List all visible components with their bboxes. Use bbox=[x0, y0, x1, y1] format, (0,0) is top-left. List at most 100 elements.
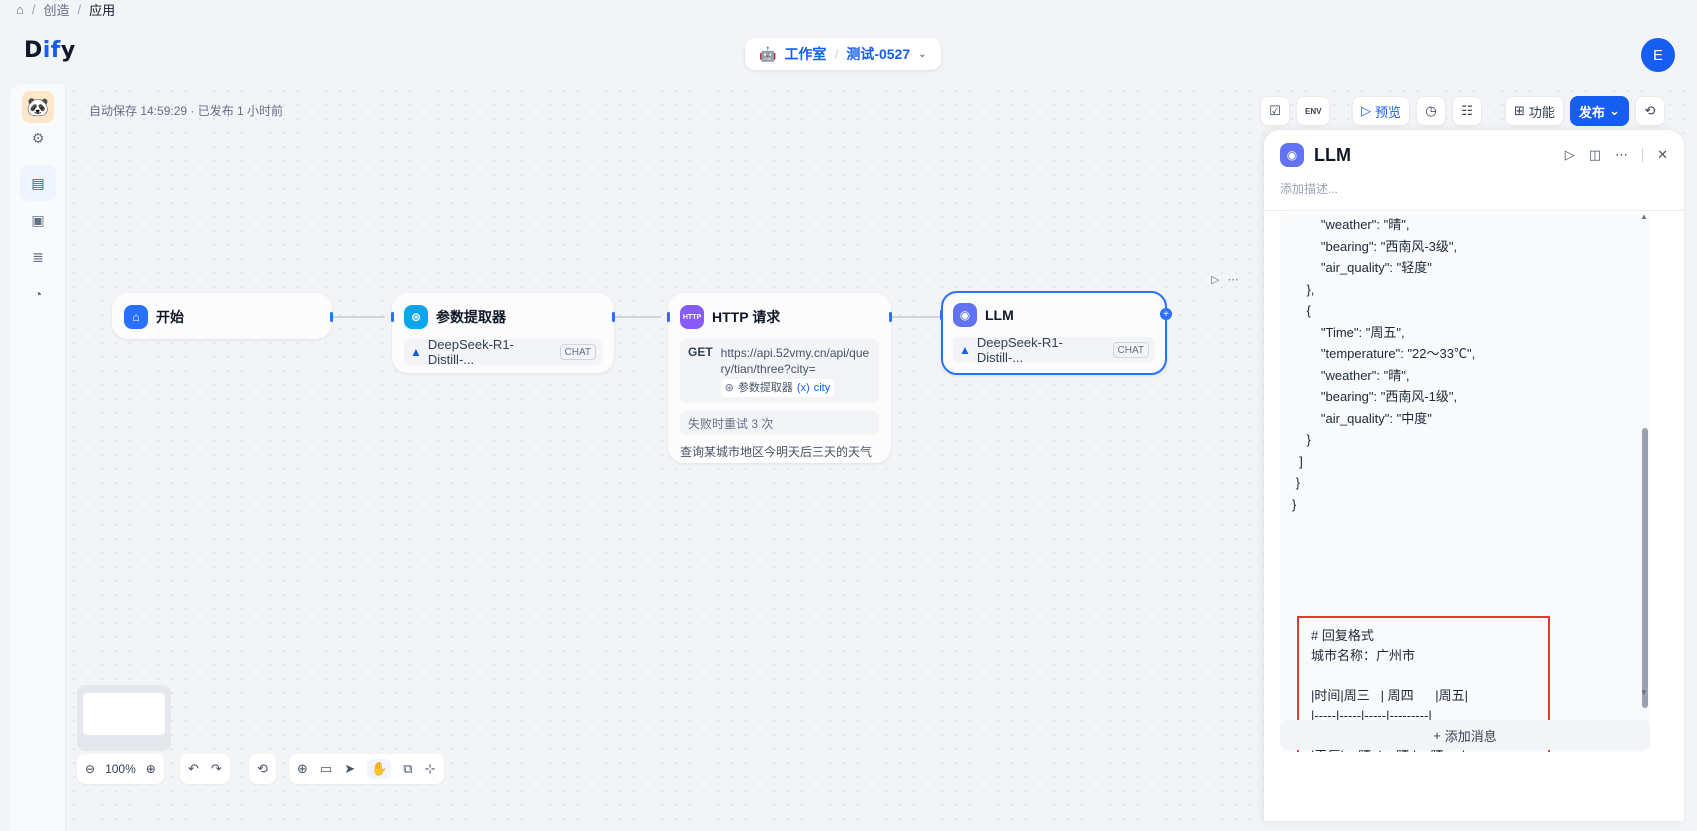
preview-button[interactable]: ▷ 预览 bbox=[1352, 96, 1411, 126]
app-icon[interactable]: 🐼 bbox=[22, 91, 54, 123]
add-note-icon[interactable]: ▭ bbox=[320, 761, 332, 777]
variable-source: 参数提取器 bbox=[737, 382, 793, 394]
more-icon[interactable]: ⋯ bbox=[1227, 273, 1238, 286]
llm-icon: ◉ bbox=[953, 303, 977, 327]
http-url-line: https://api.52vmy.cn/api/que bbox=[720, 346, 870, 360]
split-view-icon[interactable]: ◫ bbox=[1589, 147, 1601, 163]
prompt-editor[interactable]: "weather": "晴", "bearing": "西南风-3级", "ai… bbox=[1280, 214, 1650, 752]
node-parameter-extractor[interactable]: ⊛ 参数提取器 ▲ DeepSeek-R1-Distill-... CHAT bbox=[391, 293, 615, 373]
robot-icon: 🤖 bbox=[759, 45, 777, 62]
history-icon[interactable]: ⟲ bbox=[257, 761, 268, 777]
node-output-handle[interactable] bbox=[612, 312, 615, 322]
node-description: 查询某城市地区今明天后三天的天气 bbox=[680, 445, 873, 459]
scrollbar-thumb[interactable] bbox=[1642, 428, 1648, 708]
sidebar-item-workflow[interactable]: ▤ bbox=[20, 165, 56, 201]
node-output-handle[interactable] bbox=[889, 312, 892, 322]
code-line: "Time": "周五", bbox=[1292, 324, 1405, 340]
code-line: } bbox=[1292, 496, 1297, 512]
http-url: https://api.52vmy.cn/api/que ry/tian/thr… bbox=[720, 345, 870, 397]
export-image-icon[interactable]: ⧉ bbox=[403, 761, 412, 777]
document-icon: ≣ bbox=[32, 248, 44, 265]
http-icon: HTTP bbox=[680, 305, 704, 329]
format-line: |时间|周三 | 周四 |周五| bbox=[1311, 688, 1469, 703]
breadcrumb-item-create[interactable]: 创造 bbox=[43, 0, 69, 19]
code-line: { bbox=[1292, 303, 1311, 318]
close-icon[interactable]: ✕ bbox=[1657, 147, 1668, 163]
extractor-icon: ⊛ bbox=[404, 305, 428, 329]
node-llm[interactable]: ◉ LLM ▲ DeepSeek-R1-Distill-... CHAT bbox=[940, 291, 1167, 375]
autosave-status: 自动保存 14:59:29 · 已发布 1 小时前 bbox=[89, 104, 284, 118]
history-button-bar: ⟲ bbox=[249, 754, 276, 784]
scroll-up-icon[interactable]: ▲ bbox=[1640, 212, 1648, 221]
zoom-level[interactable]: 100% bbox=[105, 762, 136, 776]
retry-info: 失败时重试 3 次 bbox=[680, 411, 879, 435]
code-line: "temperature": "22～33℃", bbox=[1292, 346, 1476, 361]
user-avatar[interactable]: E bbox=[1641, 38, 1675, 72]
publish-label: 发布 bbox=[1578, 104, 1605, 120]
app-switcher[interactable]: 🤖 工作室 / 测试-0527 ⌄ bbox=[745, 38, 941, 70]
minimap-viewport bbox=[83, 693, 165, 735]
sliders-icon[interactable]: ⚙ bbox=[20, 120, 56, 156]
zoom-in-icon[interactable]: ⊕ bbox=[146, 762, 156, 776]
breadcrumb: ⌂ / 创造 / 应用 bbox=[16, 0, 115, 18]
canvas-toolbar-left: ☑ ENV bbox=[1260, 96, 1331, 126]
organize-icon[interactable]: ⊹ bbox=[425, 761, 436, 777]
env-button[interactable]: ENV bbox=[1296, 96, 1331, 126]
publish-button[interactable]: 发布 ⌄ bbox=[1569, 96, 1629, 126]
panel-title[interactable]: LLM bbox=[1314, 145, 1351, 166]
dify-logo[interactable]: Dify bbox=[24, 38, 76, 63]
model-provider-icon: ▲ bbox=[959, 343, 971, 357]
run-node-icon[interactable]: ▷ bbox=[1211, 273, 1219, 286]
workspace-label: 工作室 bbox=[784, 46, 827, 62]
node-start[interactable]: ⌂ 开始 bbox=[112, 293, 333, 339]
canvas-tools: ⊕ ▭ ➤ ✋ ⧉ ⊹ bbox=[289, 754, 444, 784]
add-node-icon[interactable]: ⊕ bbox=[297, 761, 308, 777]
node-output-handle[interactable] bbox=[330, 312, 333, 322]
node-input-handle[interactable] bbox=[940, 310, 943, 320]
hand-icon[interactable]: ✋ bbox=[367, 759, 392, 779]
checklist-button[interactable]: ☑ bbox=[1260, 96, 1290, 126]
node-config-panel: ◉ LLM ▷ ◫ ⋯ ✕ 添加描述... "weather": "晴", "b… bbox=[1264, 130, 1684, 821]
run-icon[interactable]: ▷ bbox=[1565, 147, 1575, 163]
sidebar-item-monitor[interactable]: ◔ bbox=[20, 276, 56, 312]
chevron-down-icon: ⌄ bbox=[1608, 103, 1620, 118]
format-line: 城市名称：广州市 bbox=[1311, 648, 1416, 663]
pointer-icon[interactable]: ➤ bbox=[344, 761, 355, 777]
code-line: "weather": "晴", bbox=[1292, 367, 1410, 383]
sidebar-item-logs[interactable]: ≣ bbox=[20, 239, 56, 275]
panel-actions: ▷ ◫ ⋯ ✕ bbox=[1565, 147, 1668, 163]
node-title: 参数提取器 bbox=[436, 309, 506, 325]
description-input[interactable]: 添加描述... bbox=[1264, 180, 1684, 202]
env-icon: ENV bbox=[1305, 106, 1322, 116]
node-input-handle[interactable] bbox=[667, 312, 670, 322]
variable-name: city bbox=[813, 382, 831, 394]
node-header: ⌂ 开始 bbox=[114, 295, 330, 339]
features-button[interactable]: ⊞ 功能 bbox=[1505, 96, 1564, 126]
checklist-list-button[interactable]: ☷ bbox=[1452, 96, 1483, 126]
run-history-button[interactable]: ◷ bbox=[1416, 96, 1447, 126]
code-line: }, bbox=[1292, 281, 1315, 297]
breadcrumb-item-apps[interactable]: 应用 bbox=[89, 0, 115, 19]
version-history-button[interactable]: ⟲ bbox=[1634, 96, 1665, 126]
zoom-out-icon[interactable]: ⊖ bbox=[85, 762, 95, 776]
undo-icon[interactable]: ↶ bbox=[188, 761, 199, 777]
sidebar-item-api[interactable]: ▣ bbox=[20, 202, 56, 238]
minimap[interactable] bbox=[77, 685, 171, 751]
add-next-node-button[interactable]: + bbox=[1160, 308, 1172, 320]
app-sidebar: 🐼 ⚙ ▤ ▣ ≣ ◔ bbox=[10, 84, 66, 831]
model-selector[interactable]: ▲ DeepSeek-R1-Distill-... CHAT bbox=[953, 335, 1155, 365]
add-message-button[interactable]: + 添加消息 bbox=[1280, 720, 1650, 750]
more-icon[interactable]: ⋯ bbox=[1615, 147, 1628, 163]
home-icon[interactable]: ⌂ bbox=[16, 2, 24, 17]
model-selector[interactable]: ▲ DeepSeek-R1-Distill-... CHAT bbox=[404, 337, 602, 367]
variable-chip: ⊛ 参数提取器 (x) city bbox=[720, 379, 835, 397]
check-badge-icon: ☑ bbox=[1269, 103, 1281, 118]
model-name: DeepSeek-R1-Distill-... bbox=[976, 335, 1063, 365]
play-icon: ▷ bbox=[1361, 103, 1371, 118]
model-provider-icon: ▲ bbox=[410, 345, 422, 359]
scroll-down-icon[interactable]: ▼ bbox=[1640, 688, 1648, 697]
node-http-request[interactable]: HTTP HTTP 请求 GET https://api.52vmy.cn/ap… bbox=[667, 293, 892, 463]
node-input-handle[interactable] bbox=[391, 312, 394, 322]
home-icon: ⌂ bbox=[124, 305, 148, 329]
redo-icon[interactable]: ↷ bbox=[211, 761, 222, 777]
